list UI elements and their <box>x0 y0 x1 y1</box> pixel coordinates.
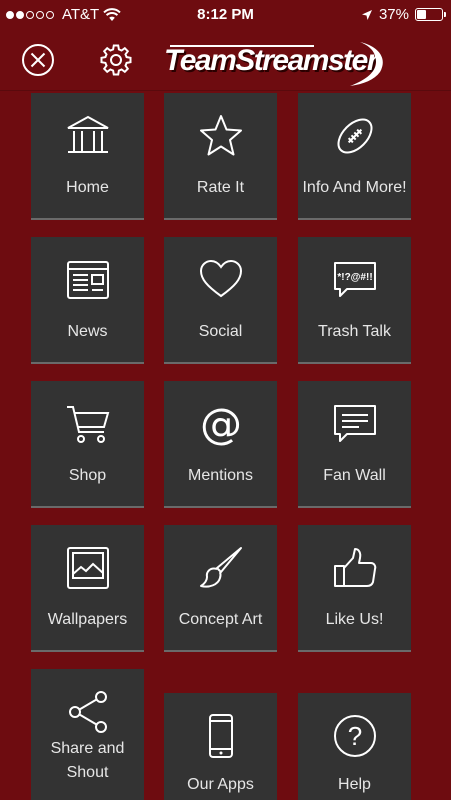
tile-label: Help <box>338 776 371 793</box>
tile-like-us[interactable]: Like Us! <box>298 525 411 652</box>
app-logo: TeamStreamster <box>164 40 394 86</box>
close-icon <box>22 44 54 76</box>
app-header: TeamStreamster <box>0 30 451 91</box>
settings-button[interactable] <box>96 40 136 80</box>
trash-talk-icon: *!?@#!! <box>333 262 376 297</box>
tile-trash-talk[interactable]: *!?@#!! Trash Talk <box>298 237 411 364</box>
tile-label: Concept Art <box>178 611 263 628</box>
chat-icon <box>333 405 376 442</box>
at-icon: @ <box>200 400 242 448</box>
heart-icon <box>199 259 242 298</box>
tile-rate-it[interactable]: Rate It <box>164 93 277 220</box>
status-bar: AT&T 8:12 PM 37% <box>0 0 451 30</box>
battery-icon <box>415 8 446 21</box>
picture-icon <box>66 547 109 589</box>
tile-concept-art[interactable]: Concept Art <box>164 525 277 652</box>
tile-our-apps[interactable]: Our Apps <box>164 693 277 800</box>
football-icon <box>337 118 372 154</box>
logo-swoosh-icon <box>170 42 383 86</box>
thumbs-up-icon <box>333 548 376 587</box>
tile-help[interactable]: ? Help <box>298 693 411 800</box>
tile-label: Trash Talk <box>318 323 391 340</box>
phone-icon <box>208 714 233 758</box>
location-arrow-icon <box>361 9 372 20</box>
tile-label: Share and Shout <box>50 740 125 781</box>
battery-percent: 37% <box>378 6 409 23</box>
cart-icon <box>66 406 109 443</box>
tile-label: Rate It <box>196 179 245 196</box>
home-icon <box>67 115 108 153</box>
tile-label: Info And More! <box>302 179 407 196</box>
tile-label: News <box>67 323 108 340</box>
tile-mentions[interactable]: @ Mentions <box>164 381 277 508</box>
tile-label: Wallpapers <box>47 611 128 628</box>
trash-talk-symbols: *!?@#!! <box>337 272 372 283</box>
tile-share-and-shout[interactable]: Share and Shout <box>31 669 144 800</box>
gear-icon <box>100 44 132 76</box>
tile-label: Our Apps <box>187 776 254 793</box>
tile-home[interactable]: Home <box>31 93 144 220</box>
tile-social[interactable]: Social <box>164 237 277 364</box>
tile-wallpapers[interactable]: Wallpapers <box>31 525 144 652</box>
news-icon <box>66 261 109 299</box>
tile-label: Home <box>66 179 109 196</box>
tile-info-and-more[interactable]: Info And More! <box>298 93 411 220</box>
tile-label: Social <box>198 323 243 340</box>
share-icon <box>68 691 107 733</box>
tile-shop[interactable]: Shop <box>31 381 144 508</box>
tile-fan-wall[interactable]: Fan Wall <box>298 381 411 508</box>
tile-label: Shop <box>68 467 107 484</box>
tile-label: Mentions <box>188 467 253 484</box>
star-icon <box>199 115 242 156</box>
close-button[interactable] <box>18 40 58 80</box>
help-icon: ? <box>333 715 376 757</box>
tile-news[interactable]: News <box>31 237 144 364</box>
paintbrush-icon <box>199 547 242 588</box>
tile-label: Fan Wall <box>323 467 386 484</box>
status-right: 37% <box>361 6 446 23</box>
tile-label: Like Us! <box>325 611 384 628</box>
help-question-mark: ? <box>347 721 361 751</box>
at-symbol: @ <box>200 400 242 448</box>
